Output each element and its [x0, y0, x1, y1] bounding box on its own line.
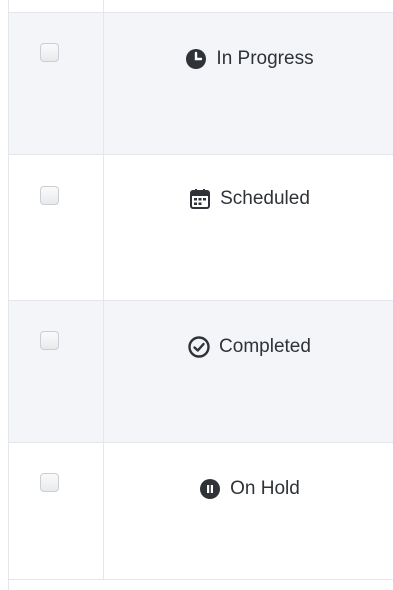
- status-label: Completed: [219, 336, 311, 357]
- status-cell: Completed: [104, 335, 393, 359]
- status-table: In Progress Scheduled Completed On Hold: [8, 0, 393, 590]
- status-label: In Progress: [216, 48, 314, 69]
- row-checkbox[interactable]: [40, 473, 59, 492]
- table-row: On Hold: [9, 443, 393, 580]
- row-checkbox[interactable]: [40, 331, 59, 350]
- calendar-icon: [188, 187, 212, 211]
- table-row-partial: [9, 0, 393, 13]
- table-row: In Progress: [9, 13, 393, 155]
- status-cell: On Hold: [104, 477, 393, 501]
- clock-icon: [184, 47, 208, 71]
- column-divider: [103, 0, 104, 580]
- row-checkbox[interactable]: [40, 43, 59, 62]
- status-label: Scheduled: [220, 188, 310, 209]
- status-cell: In Progress: [104, 47, 393, 71]
- table-row: Completed: [9, 301, 393, 443]
- check-circle-icon: [187, 335, 211, 359]
- status-label: On Hold: [230, 478, 300, 499]
- row-checkbox[interactable]: [40, 186, 59, 205]
- status-cell: Scheduled: [104, 187, 393, 211]
- table-row: Scheduled: [9, 155, 393, 301]
- pause-circle-icon: [198, 477, 222, 501]
